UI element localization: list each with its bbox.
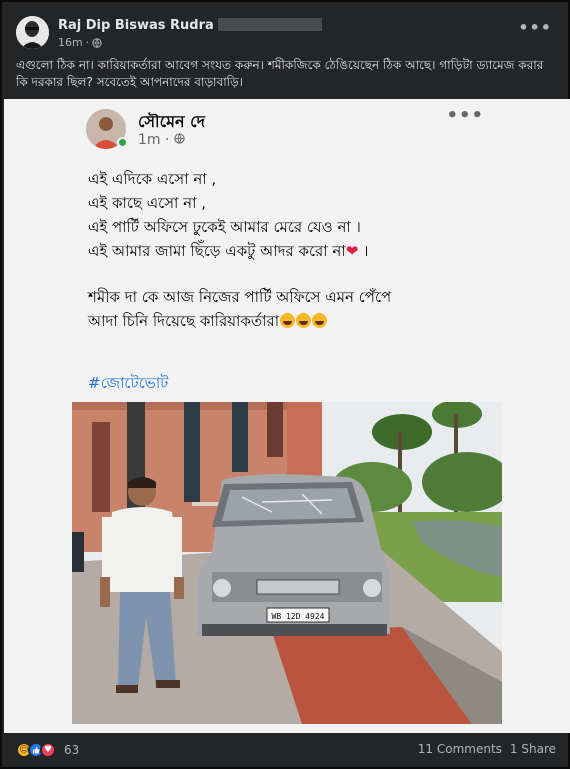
photo-illustration: WB 12D 4924	[72, 402, 502, 724]
laughing-emoji-icon	[280, 313, 296, 328]
author-name-text[interactable]: Raj Dip Biswas Rudra	[58, 18, 214, 33]
post-header: Raj Dip Biswas Rudra 16m · •••	[16, 16, 554, 52]
reaction-count[interactable]: 63	[64, 743, 79, 757]
shared-line-6-text: আদা চিনি দিয়েছে কারিয়াকর্তারা	[88, 312, 280, 330]
shared-meta-dot: ·	[165, 132, 170, 148]
post-caption: এগুলো ঠিক না। কারিয়াকর্তারা আবেগ সংযত ক…	[16, 58, 544, 89]
shared-line-3: এই পার্টি অফিসে ঢুকেই আমার মেরে যেও না ।	[88, 218, 361, 236]
license-plate: WB 12D 4924	[272, 612, 325, 621]
post-footer: ☺ ♥ 63 11 Comments 1 Share	[2, 734, 568, 767]
shared-line-1: এই এদিকে এসো না ,	[88, 170, 217, 188]
shares-link[interactable]: 1 Share	[510, 742, 556, 756]
heart-emoji: ❤	[345, 242, 359, 260]
laughing-emoji-icon	[296, 313, 312, 328]
shared-line-5: শমীক দা কে আজ নিজের পার্টি অফিসে এমন পেঁ…	[88, 288, 392, 306]
engagement-stats: 11 Comments 1 Share	[418, 742, 556, 756]
post-meta: 16m ·	[58, 36, 102, 49]
post-options-button[interactable]: •••	[518, 18, 552, 37]
online-indicator	[117, 137, 128, 148]
shared-post-text: এই এদিকে এসো না , এই কাছে এসো না , এই পা…	[88, 167, 528, 333]
avatar-image	[16, 16, 49, 49]
author-name[interactable]: Raj Dip Biswas Rudra	[58, 18, 322, 33]
author-avatar[interactable]	[16, 16, 49, 49]
shared-post-screenshot[interactable]: সৌমেন দে 1m · ••• এই এদিকে এসো না , এই ক…	[4, 99, 570, 733]
hashtag-link[interactable]: #জোটেভোট	[88, 372, 168, 397]
shared-post-time: 1m ·	[138, 132, 185, 148]
globe-icon	[92, 37, 102, 48]
meta-dot: ·	[85, 36, 90, 49]
facebook-post-card: Raj Dip Biswas Rudra 16m · ••• এগুলো ঠিক…	[0, 0, 570, 769]
comments-link[interactable]: 11 Comments	[418, 742, 502, 756]
shared-line-4-tail: ।	[358, 242, 369, 260]
shared-line-4: এই আমার জামা ছিঁড়ে একটু আদর করো না❤ ।	[88, 239, 528, 263]
shared-time-text: 1m	[138, 132, 161, 148]
shared-line-4-text: এই আমার জামা ছিঁড়ে একটু আদর করো না	[88, 242, 346, 260]
shared-globe-icon	[174, 133, 185, 144]
reactions-summary[interactable]: ☺ ♥ 63	[16, 742, 79, 758]
love-icon: ♥	[40, 742, 56, 758]
redacted-name-block	[217, 18, 322, 31]
shared-line-2: এই কাছে এসো না ,	[88, 194, 207, 212]
damaged-car-photo[interactable]: WB 12D 4924	[72, 402, 502, 724]
shared-line-6: আদা চিনি দিয়েছে কারিয়াকর্তারা	[88, 309, 528, 333]
post-time[interactable]: 16m	[58, 36, 83, 49]
laughing-emoji-icon	[312, 313, 328, 328]
thumb-shape	[33, 746, 40, 754]
shared-options-icon: •••	[446, 105, 484, 126]
